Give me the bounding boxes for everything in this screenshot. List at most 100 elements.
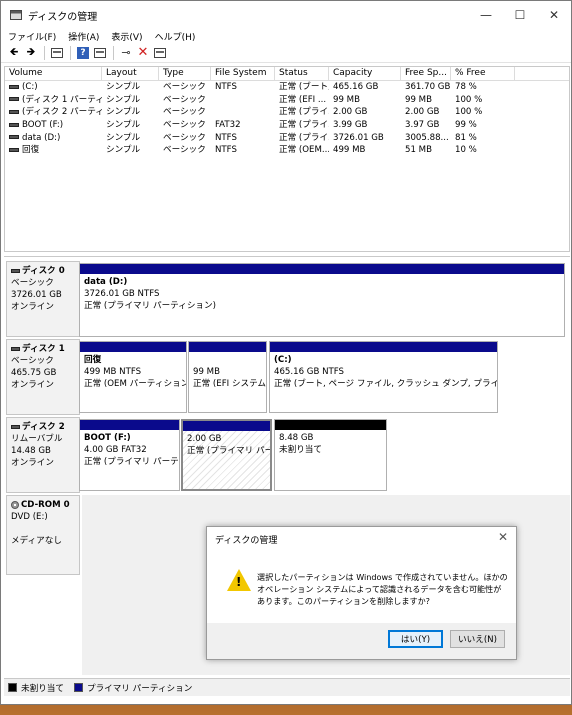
no-button[interactable]: いいえ(N) <box>450 630 505 648</box>
volume-cell: シンプル <box>106 94 141 105</box>
volume-row[interactable]: (ディスク 2 パーティショ... シンプル ベーシック 正常 (プライ... 2.00… <box>5 106 569 119</box>
partition-size: 2.00 GB <box>187 434 222 444</box>
col-layout[interactable]: Layout <box>102 67 159 80</box>
volume-row[interactable]: BOOT (F:) シンプル ベーシック FAT32 正常 (プライ... 3.99 GB… <box>5 119 569 132</box>
volume-icon <box>9 109 19 114</box>
menu-view[interactable]: 表示(V) <box>111 30 142 43</box>
col-file-system[interactable]: File System <box>211 67 275 80</box>
volume-list: Volume Layout Type File System Status Ca… <box>4 66 570 252</box>
partition-status: 正常 (ブート, ページ ファイル, クラッシュ ダンプ, プライマリ パーティ… <box>274 379 497 389</box>
partition-boot-f[interactable]: BOOT (F:) 4.00 GB FAT32 正常 (プライマリ パーティシ <box>79 419 180 491</box>
partition-name: BOOT (F:) <box>84 433 131 443</box>
partition-selected-2gb[interactable]: 2.00 GB 正常 (プライマリ パーティ <box>181 419 272 491</box>
volume-cell: 正常 (ブート,... <box>279 82 329 92</box>
partition-size: 99 MB <box>193 367 220 377</box>
window-title: ディスクの管理 <box>28 11 98 23</box>
volume-cell: シンプル <box>106 132 141 143</box>
volume-cell: 2.00 GB <box>333 107 368 118</box>
disk-size: 3726.01 GB <box>11 290 62 300</box>
partition-recovery[interactable]: 回復 499 MB NTFS 正常 (OEM パーティション) <box>79 341 187 413</box>
partition-data-d[interactable]: data (D:) 3726.01 GB NTFS 正常 (プライマリ パーティ… <box>79 263 565 337</box>
volume-cell: 361.70 GB <box>405 82 451 92</box>
volume-name: data (D:) <box>22 132 61 143</box>
volume-cell: 100 % <box>455 94 483 105</box>
toolbar-separator <box>113 45 114 60</box>
volume-icon <box>9 97 19 102</box>
close-button[interactable]: ✕ <box>537 1 571 29</box>
col-free-space[interactable]: Free Sp... <box>401 67 451 80</box>
maximize-button[interactable]: ☐ <box>503 1 537 29</box>
partition-status: 正常 (OEM パーティション) <box>84 379 187 389</box>
back-arrow-icon[interactable]: 🡸 <box>6 45 22 61</box>
disk-size: 465.75 GB <box>11 368 57 378</box>
partition-c[interactable]: (C:) 465.16 GB NTFS 正常 (ブート, ページ ファイル, ク… <box>269 341 498 413</box>
volume-cell: ベーシック <box>163 132 206 143</box>
col-type[interactable]: Type <box>159 67 211 80</box>
disk-icon <box>11 424 20 429</box>
console-tree-icon[interactable] <box>49 45 65 61</box>
col-volume[interactable]: Volume <box>5 67 102 80</box>
properties-icon[interactable] <box>92 45 108 61</box>
col-percent-free[interactable]: % Free <box>451 67 515 80</box>
volume-name: (ディスク 2 パーティショ... <box>22 107 102 118</box>
volume-cell: 465.16 GB <box>333 82 379 92</box>
volume-cell: NTFS <box>215 82 237 92</box>
disk-management-window: ディスクの管理 — ☐ ✕ ファイル(F) 操作(A) 表示(V) ヘルプ(H)… <box>0 0 572 705</box>
partition-size: 3726.01 GB NTFS <box>84 289 160 299</box>
disk-icon <box>11 268 20 273</box>
yes-button[interactable]: はい(Y) <box>388 630 443 648</box>
volume-row[interactable]: (C:) シンプル ベーシック NTFS 正常 (ブート,... 465.16 GB 361… <box>5 81 569 94</box>
volume-cell: ベーシック <box>163 120 206 131</box>
disk-status: オンライン <box>11 458 54 468</box>
connect-disk-icon[interactable]: ⊸ <box>118 45 134 61</box>
dialog-close-icon[interactable]: ✕ <box>498 530 508 544</box>
partition-name: (C:) <box>274 355 292 365</box>
volume-row[interactable]: data (D:) シンプル ベーシック NTFS 正常 (プライ... 3726.01 … <box>5 132 569 145</box>
menu-file[interactable]: ファイル(F) <box>8 30 56 43</box>
volume-cell: 正常 (OEM... <box>279 145 329 156</box>
volume-cell: 10 % <box>455 145 477 156</box>
partition-status: 正常 (プライマリ パーティ <box>187 446 272 456</box>
disk-icon <box>11 346 20 351</box>
forward-arrow-icon[interactable]: 🡺 <box>23 45 39 61</box>
volume-cell: シンプル <box>106 120 141 131</box>
cdrom-0-label[interactable]: CD-ROM 0 DVD (E:) メディアなし <box>6 495 80 575</box>
volume-cell: NTFS <box>215 132 237 143</box>
disk-0-label[interactable]: ディスク 0 ベーシック 3726.01 GB オンライン <box>6 261 80 337</box>
col-capacity[interactable]: Capacity <box>329 67 401 80</box>
volume-icon <box>9 122 19 127</box>
menu-help[interactable]: ヘルプ(H) <box>155 30 196 43</box>
partition-efi[interactable]: 99 MB 正常 (EFI システム パ <box>188 341 267 413</box>
volume-cell <box>211 106 275 119</box>
partition-size: 465.16 GB NTFS <box>274 367 345 377</box>
disk-1-label[interactable]: ディスク 1 ベーシック 465.75 GB オンライン <box>6 339 80 415</box>
primary-partition-swatch <box>73 683 83 692</box>
disk-type: リムーバブル <box>11 434 63 444</box>
partition-status: 正常 (プライマリ パーティション) <box>84 301 216 311</box>
partition-name: data (D:) <box>84 277 128 287</box>
disk-name: ディスク 0 <box>22 266 65 276</box>
delete-icon[interactable]: ✕ <box>135 45 151 61</box>
minimize-button[interactable]: — <box>469 1 503 29</box>
partition-unallocated[interactable]: 8.48 GB 未割り当て <box>274 419 387 491</box>
volume-icon <box>9 147 19 152</box>
disk-name: CD-ROM 0 <box>21 500 70 510</box>
volume-cell: 51 MB <box>405 145 432 156</box>
volume-cell: 2.00 GB <box>405 107 440 118</box>
list-view-icon[interactable] <box>152 45 168 61</box>
legend: 未割り当て プライマリ パーティション <box>4 678 570 696</box>
help-icon[interactable]: ? <box>75 45 91 61</box>
title-bar: ディスクの管理 — ☐ ✕ <box>1 1 571 29</box>
volume-cell: ベーシック <box>163 94 206 105</box>
volume-cell: 3.99 GB <box>333 120 368 131</box>
volume-cell: (ディスク 2 パーティショ... <box>5 106 102 119</box>
partition-status: 正常 (EFI システム パ <box>193 379 267 389</box>
primary-partition-bar <box>183 421 270 431</box>
disk-2-label[interactable]: ディスク 2 リムーバブル 14.48 GB オンライン <box>6 417 80 493</box>
volume-cell: シンプル <box>106 107 141 118</box>
volume-row[interactable]: (ディスク 1 パーティショ... シンプル ベーシック 正常 (EFI ... 99 … <box>5 94 569 107</box>
volume-row[interactable]: 回復 シンプル ベーシック NTFS 正常 (OEM... 499 MB 51 MB 10 % <box>5 144 569 157</box>
col-status[interactable]: Status <box>275 67 329 80</box>
unallocated-bar <box>275 420 386 430</box>
menu-action[interactable]: 操作(A) <box>68 30 99 43</box>
